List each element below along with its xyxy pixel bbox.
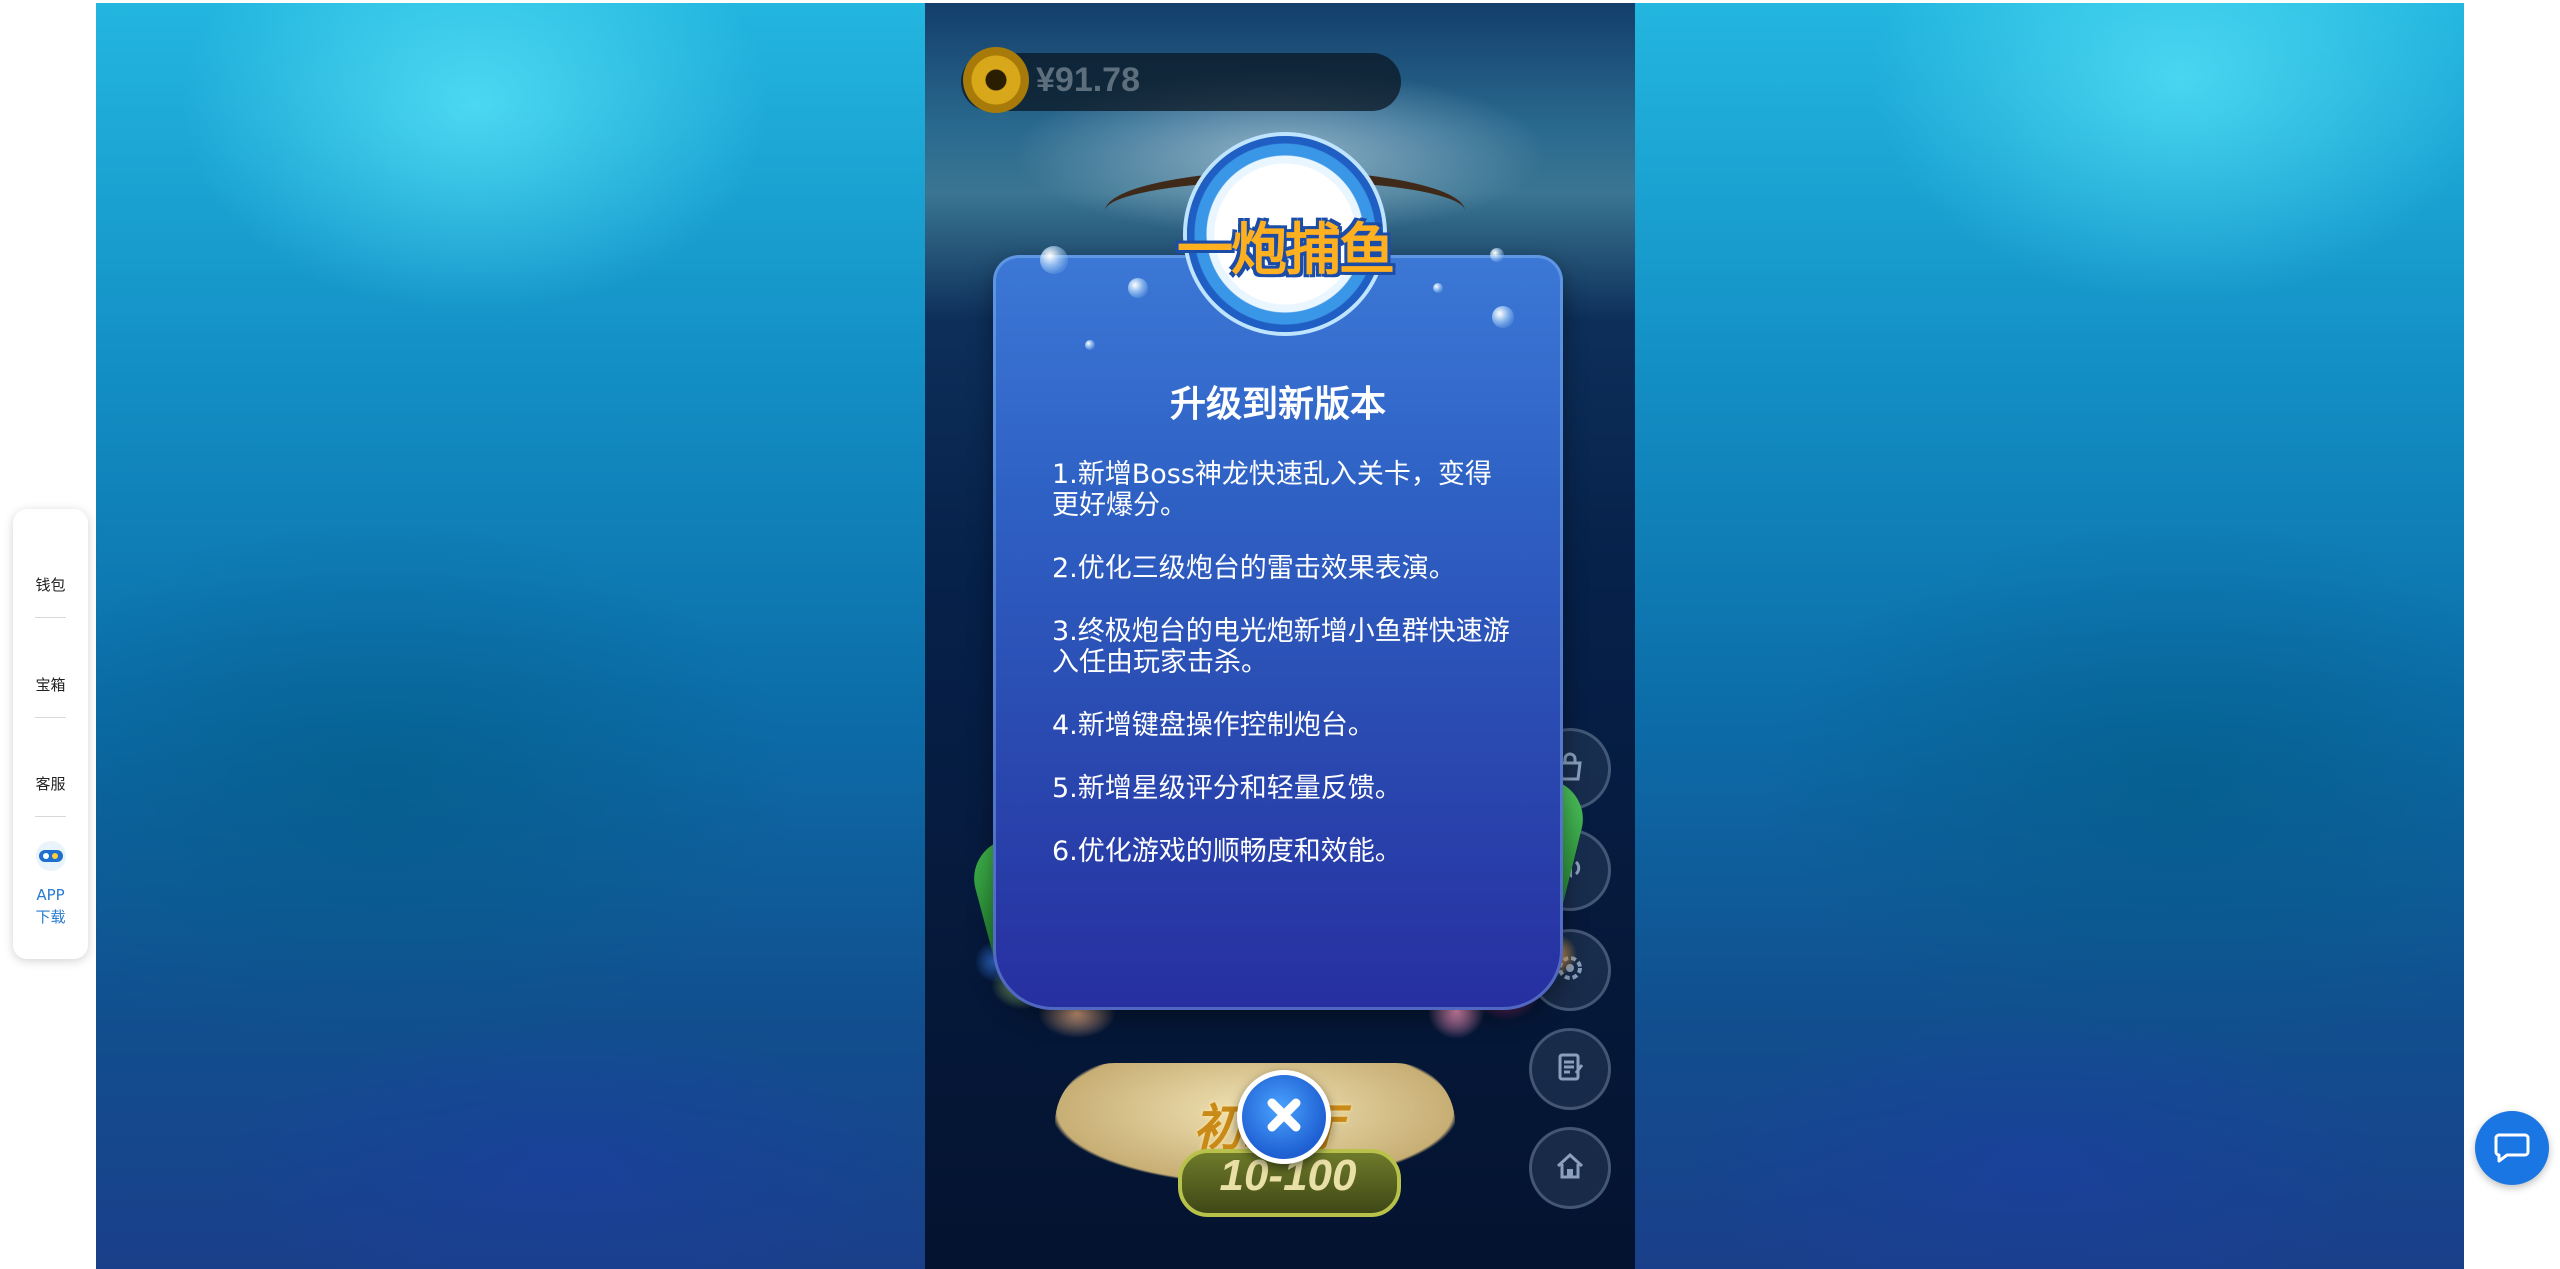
list-item: 5.新增星级评分和轻量反馈。 <box>1052 773 1402 804</box>
close-icon <box>1262 1093 1306 1141</box>
side-item-treasure[interactable]: 宝箱 <box>13 675 88 695</box>
side-item-label: 客服 <box>35 775 66 793</box>
bubble-decoration <box>1128 278 1148 298</box>
update-notes-list: 1.新增Boss神龙快速乱入关卡，变得更好爆分。 2.优化三级炮台的雷击效果表演… <box>1052 459 1512 899</box>
side-item-wallet[interactable]: 钱包 <box>13 575 88 595</box>
divider <box>35 717 66 718</box>
notes-icon <box>1552 1049 1588 1089</box>
list-item: 6.优化游戏的顺畅度和效能。 <box>1052 836 1402 867</box>
list-item: 3.终极炮台的电光炮新增小鱼群快速游入任由玩家击杀。 <box>1052 616 1510 678</box>
coin-icon <box>963 47 1029 113</box>
list-item: 1.新增Boss神龙快速乱入关卡，变得更好爆分。 <box>1052 459 1492 521</box>
list-item: 4.新增键盘操作控制炮台。 <box>1052 710 1375 741</box>
list-item: 2.优化三级炮台的雷击效果表演。 <box>1052 553 1456 584</box>
side-menu: 钱包 宝箱 客服 APP 下载 <box>13 509 88 959</box>
side-item-label: 钱包 <box>35 576 66 594</box>
bubble-decoration <box>1085 340 1095 350</box>
bubble-decoration <box>1433 283 1443 293</box>
game-logo: 一炮捕鱼 <box>1177 218 1395 283</box>
chat-launcher-button[interactable] <box>2475 1111 2549 1185</box>
home-icon <box>1552 1148 1588 1188</box>
home-button[interactable] <box>1529 1127 1611 1209</box>
chat-icon <box>2493 1127 2531 1169</box>
bubble-decoration <box>1492 306 1514 328</box>
side-item-customer-service[interactable]: 客服 <box>13 774 88 794</box>
modal-title: 升级到新版本 <box>1169 384 1386 425</box>
side-item-label: 宝箱 <box>35 676 66 694</box>
wallet-balance: ¥91.78 <box>1036 61 1140 99</box>
app-logo-icon[interactable] <box>36 841 66 871</box>
bubble-decoration <box>1040 246 1068 274</box>
bubble-decoration <box>1490 248 1504 262</box>
app-download-link[interactable]: APP 下载 <box>13 884 88 928</box>
close-modal-button[interactable] <box>1237 1070 1331 1164</box>
divider <box>35 617 66 618</box>
app-download-label: APP 下载 <box>35 886 66 926</box>
divider <box>35 816 66 817</box>
game-frame[interactable]: ¥91.78 初级厅 10-100 一 <box>925 3 1635 1269</box>
